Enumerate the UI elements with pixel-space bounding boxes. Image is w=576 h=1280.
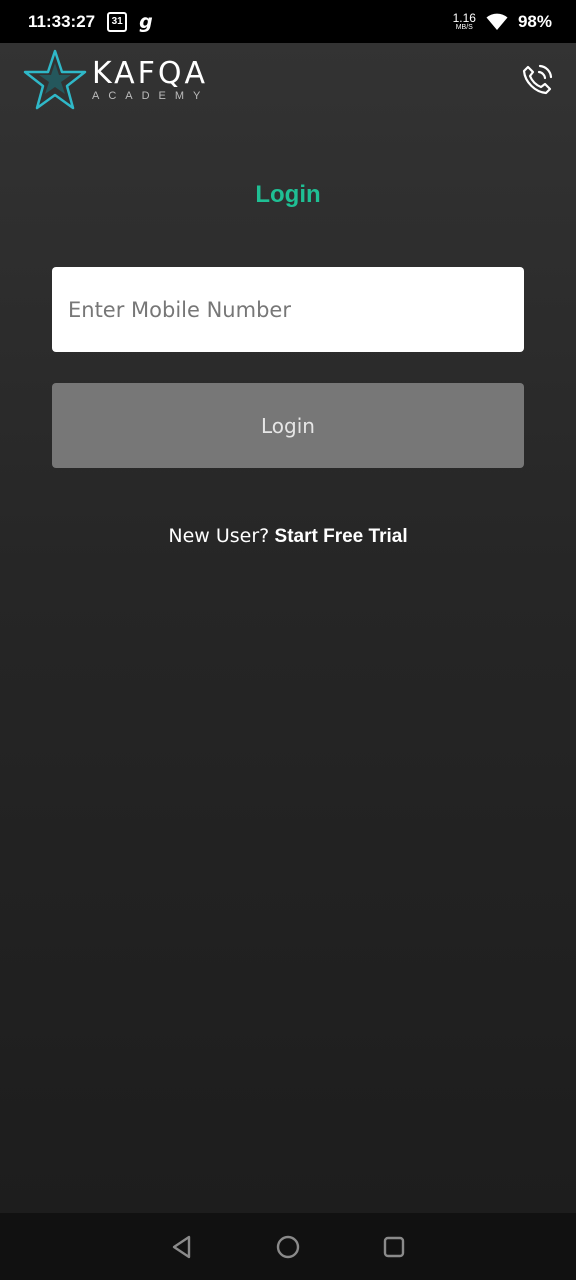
- login-button[interactable]: Login: [52, 383, 524, 468]
- signup-row: New User? Start Free Trial: [0, 525, 576, 548]
- star-logo-icon: [23, 49, 87, 110]
- recents-icon[interactable]: [381, 1234, 407, 1260]
- brand-tagline: ACADEMY: [92, 89, 210, 102]
- status-time: 11:33:27: [28, 11, 96, 31]
- network-speed-unit: MB/S: [455, 24, 473, 31]
- back-icon[interactable]: [169, 1234, 195, 1260]
- status-bar: 11:33:27 31 g 1.16 MB/S 98%: [0, 0, 576, 43]
- start-free-trial-link[interactable]: Start Free Trial: [275, 526, 408, 547]
- app-header: KAFQA ACADEMY: [0, 43, 576, 123]
- navigation-bar: [0, 1213, 576, 1280]
- phone-call-icon: [522, 64, 553, 95]
- call-button[interactable]: [520, 63, 554, 97]
- wifi-icon: [486, 13, 508, 30]
- mobile-number-input[interactable]: [52, 267, 524, 352]
- app-logo: KAFQA ACADEMY: [22, 49, 209, 111]
- new-user-text: New User?: [168, 525, 270, 547]
- brand-name: KAFQA: [92, 55, 209, 91]
- battery-level: 98%: [517, 11, 552, 31]
- calendar-icon: 31: [107, 11, 128, 32]
- page-title: Login: [255, 181, 321, 208]
- app-notification-icon: g: [139, 10, 153, 33]
- network-speed: 1.16 MB/S: [453, 12, 476, 31]
- home-icon[interactable]: [275, 1234, 301, 1260]
- network-speed-value: 1.16: [452, 11, 476, 25]
